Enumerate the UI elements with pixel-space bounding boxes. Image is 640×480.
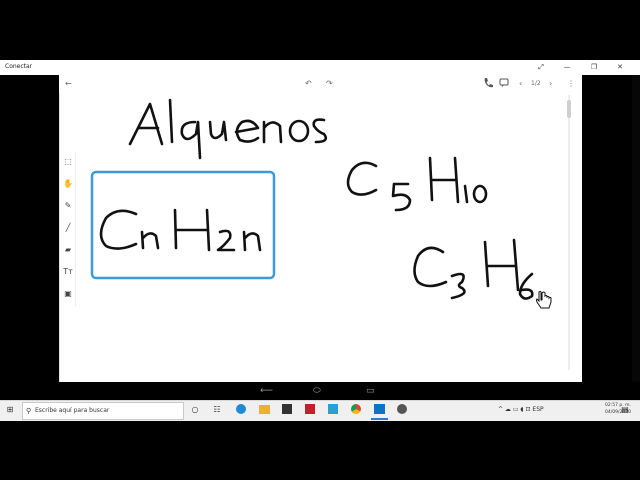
obs-icon[interactable] bbox=[397, 404, 407, 414]
search-icon: ⚲ bbox=[26, 407, 32, 415]
task-view-icon[interactable]: ○ bbox=[190, 404, 200, 416]
start-icon[interactable]: ⊞ bbox=[4, 404, 16, 416]
search-placeholder: Escribe aquí para buscar bbox=[35, 407, 110, 414]
chrome-icon[interactable] bbox=[351, 404, 361, 414]
connect-app-icon[interactable] bbox=[374, 404, 385, 414]
photos-icon[interactable] bbox=[328, 404, 338, 414]
nav-back-icon[interactable]: ⟵ bbox=[260, 382, 273, 400]
notifications-icon[interactable]: ▤ bbox=[620, 404, 630, 416]
active-app-indicator bbox=[371, 418, 388, 420]
formula-highlight-box bbox=[90, 170, 276, 280]
widgets-icon[interactable]: ☷ bbox=[212, 404, 222, 416]
search-input[interactable]: ⚲ Escribe aquí para buscar bbox=[22, 402, 184, 420]
mcafee-icon[interactable] bbox=[305, 404, 315, 414]
store-icon[interactable] bbox=[282, 404, 292, 414]
file-explorer-icon[interactable] bbox=[259, 405, 270, 414]
edge-browser-icon[interactable] bbox=[236, 404, 246, 414]
nav-home-icon[interactable]: ⬭ bbox=[313, 382, 321, 400]
nav-recents-icon[interactable]: ▭ bbox=[366, 382, 375, 400]
system-tray[interactable]: ^ ☁ ▭ ◖ ⊡ ESP bbox=[498, 404, 544, 416]
formula-propene bbox=[413, 238, 534, 300]
formula-pentene bbox=[346, 156, 488, 212]
hand-cursor-icon bbox=[536, 291, 552, 309]
formula-general bbox=[99, 208, 262, 252]
handwritten-title bbox=[128, 98, 328, 160]
